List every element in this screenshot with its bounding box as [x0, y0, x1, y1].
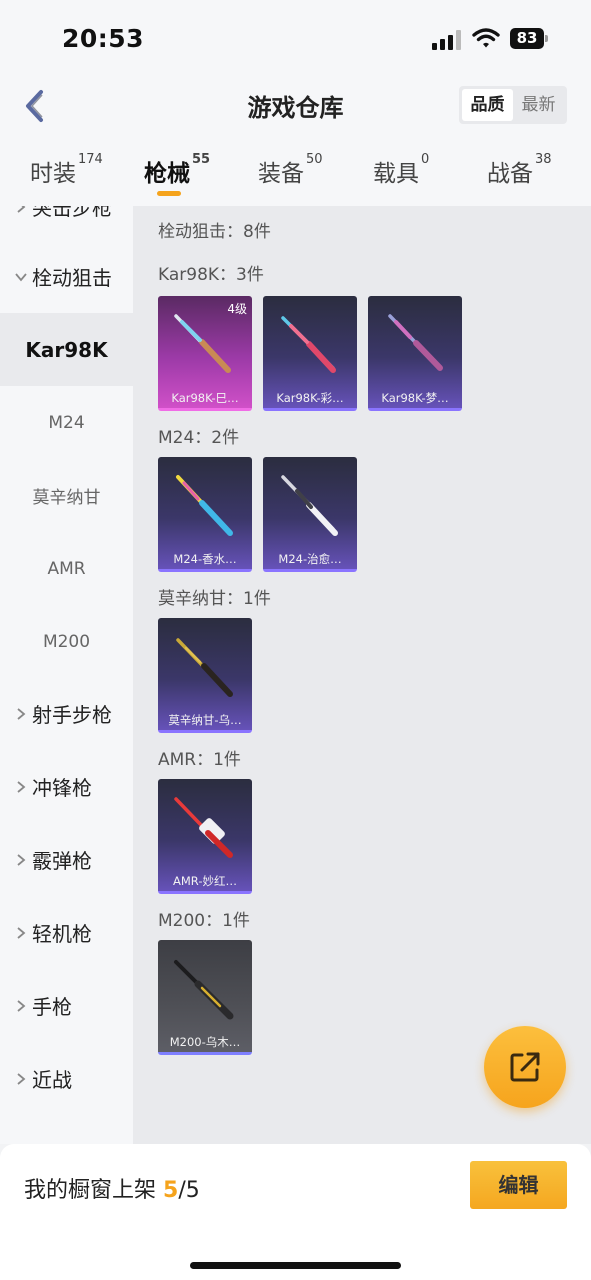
rifle-icon — [176, 638, 233, 697]
sidebar-item-label: 栓动狙击 — [32, 266, 112, 290]
battery-icon: 83 — [510, 28, 548, 49]
share-icon — [510, 1052, 540, 1082]
weapon-name: M24-治愈… — [278, 552, 342, 566]
rifle-icon — [388, 314, 443, 371]
header: 游戏仓库 品质 最新 — [0, 80, 591, 132]
weapon-card[interactable]: Kar98K-彩… — [263, 296, 357, 411]
rifle-icon — [174, 314, 231, 373]
status-time: 20:53 — [62, 24, 145, 53]
sort-by-newest[interactable]: 最新 — [513, 89, 564, 121]
sidebar-item-label: 轻机枪 — [32, 922, 92, 946]
edit-button[interactable]: 编辑 — [470, 1161, 567, 1209]
rifle-icon — [176, 475, 233, 536]
showcase-bar: 我的橱窗上架 5/5 编辑 — [0, 1144, 591, 1280]
chevron-right-icon — [12, 926, 30, 940]
sidebar-item-label: 近战 — [32, 1068, 72, 1092]
group-label: M200：1件 — [158, 911, 250, 931]
weapon-grid: 栓动狙击：8件 Kar98K：3件 4级 Kar98K-巳… Kar98K-彩…… — [133, 206, 591, 1144]
weapon-name: AMR-妙红… — [173, 874, 237, 888]
sidebar-item-label: 霰弹枪 — [32, 849, 92, 873]
weapon-name: M200-乌木… — [169, 1035, 241, 1049]
active-tab-indicator — [157, 191, 181, 196]
sort-toggle: 品质 最新 — [459, 86, 567, 124]
weapon-card[interactable]: AMR-妙红… — [158, 779, 252, 894]
sidebar-item-label: 突击步枪 — [32, 206, 112, 220]
weapon-category-sidebar: 突击步枪 栓动狙击 Kar98K M24 莫辛纳甘 AMR M200 射手步枪 … — [0, 206, 133, 1144]
tab-equipment[interactable]: 装备50 — [258, 152, 323, 188]
sidebar-item-smg[interactable]: 冲锋枪 — [0, 750, 133, 823]
chevron-right-icon — [12, 999, 30, 1013]
share-button[interactable] — [484, 1026, 566, 1108]
weapon-card[interactable]: M24-香水… — [158, 457, 252, 572]
group-label: AMR：1件 — [158, 750, 241, 770]
weapon-name: M24-香水… — [173, 552, 237, 566]
tab-vehicles[interactable]: 载具0 — [373, 152, 429, 188]
tab-outfits[interactable]: 时装174 — [30, 152, 103, 188]
chevron-right-icon — [12, 707, 30, 721]
home-indicator — [190, 1262, 401, 1269]
wifi-icon — [472, 28, 500, 48]
battery-level: 83 — [510, 28, 544, 49]
weapon-name: Kar98K-彩… — [276, 391, 344, 405]
showcase-status: 我的橱窗上架 5/5 — [24, 1178, 200, 1203]
chevron-right-icon — [12, 1072, 30, 1086]
chevron-right-icon — [12, 853, 30, 867]
tab-firearms[interactable]: 枪械55 — [144, 152, 210, 188]
rifle-icon — [281, 475, 338, 536]
rifle-icon — [174, 960, 234, 1020]
status-bar: 20:53 83 — [0, 0, 591, 80]
chevron-right-icon — [12, 780, 30, 794]
weapon-name: Kar98K-梦… — [381, 391, 449, 405]
rifle-icon — [281, 316, 336, 373]
showcase-count: 5 — [163, 1178, 179, 1203]
rifle-icon — [174, 797, 233, 858]
tab-supplies[interactable]: 战备38 — [487, 152, 552, 188]
group-label: M24：2件 — [158, 428, 240, 448]
weapon-card[interactable]: M24-治愈… — [263, 457, 357, 572]
sidebar-subitem-mosin[interactable]: 莫辛纳甘 — [0, 459, 133, 532]
cellular-signal-icon — [432, 30, 461, 50]
sidebar-item-label: 冲锋枪 — [32, 776, 92, 800]
chevron-right-icon — [12, 206, 30, 214]
sidebar-subitem-amr[interactable]: AMR — [0, 532, 133, 605]
weapon-name: 莫辛纳甘-乌… — [168, 713, 242, 727]
sidebar-item-label: 手枪 — [32, 995, 72, 1019]
summary-label: 栓动狙击：8件 — [158, 222, 271, 242]
sidebar-item-marksman-rifle[interactable]: 射手步枪 — [0, 677, 133, 750]
sidebar-item-melee[interactable]: 近战 — [0, 1042, 133, 1115]
sidebar-item-assault-rifle[interactable]: 突击步枪 — [0, 206, 133, 243]
sidebar-item-label: 射手步枪 — [32, 703, 112, 727]
weapon-name: Kar98K-巳… — [171, 391, 239, 405]
chevron-down-icon — [12, 272, 30, 282]
weapon-card[interactable]: Kar98K-梦… — [368, 296, 462, 411]
weapon-card[interactable]: M200-乌木… — [158, 940, 252, 1055]
sidebar-subitem-kar98k[interactable]: Kar98K — [0, 313, 133, 386]
sidebar-subitem-m24[interactable]: M24 — [0, 386, 133, 459]
weapon-card[interactable]: 莫辛纳甘-乌… — [158, 618, 252, 733]
sidebar-item-shotgun[interactable]: 霰弹枪 — [0, 823, 133, 896]
weapon-card[interactable]: 4级 Kar98K-巳… — [158, 296, 252, 411]
group-label: Kar98K：3件 — [158, 265, 264, 285]
category-tabs: 时装174 枪械55 装备50 载具0 战备38 — [0, 132, 591, 206]
sidebar-item-pistol[interactable]: 手枪 — [0, 969, 133, 1042]
sidebar-subitem-m200[interactable]: M200 — [0, 605, 133, 678]
sidebar-item-lmg[interactable]: 轻机枪 — [0, 896, 133, 969]
group-label: 莫辛纳甘：1件 — [158, 589, 271, 609]
sidebar-item-bolt-action-sniper[interactable]: 栓动狙击 — [0, 240, 133, 313]
sort-by-quality[interactable]: 品质 — [462, 89, 513, 121]
